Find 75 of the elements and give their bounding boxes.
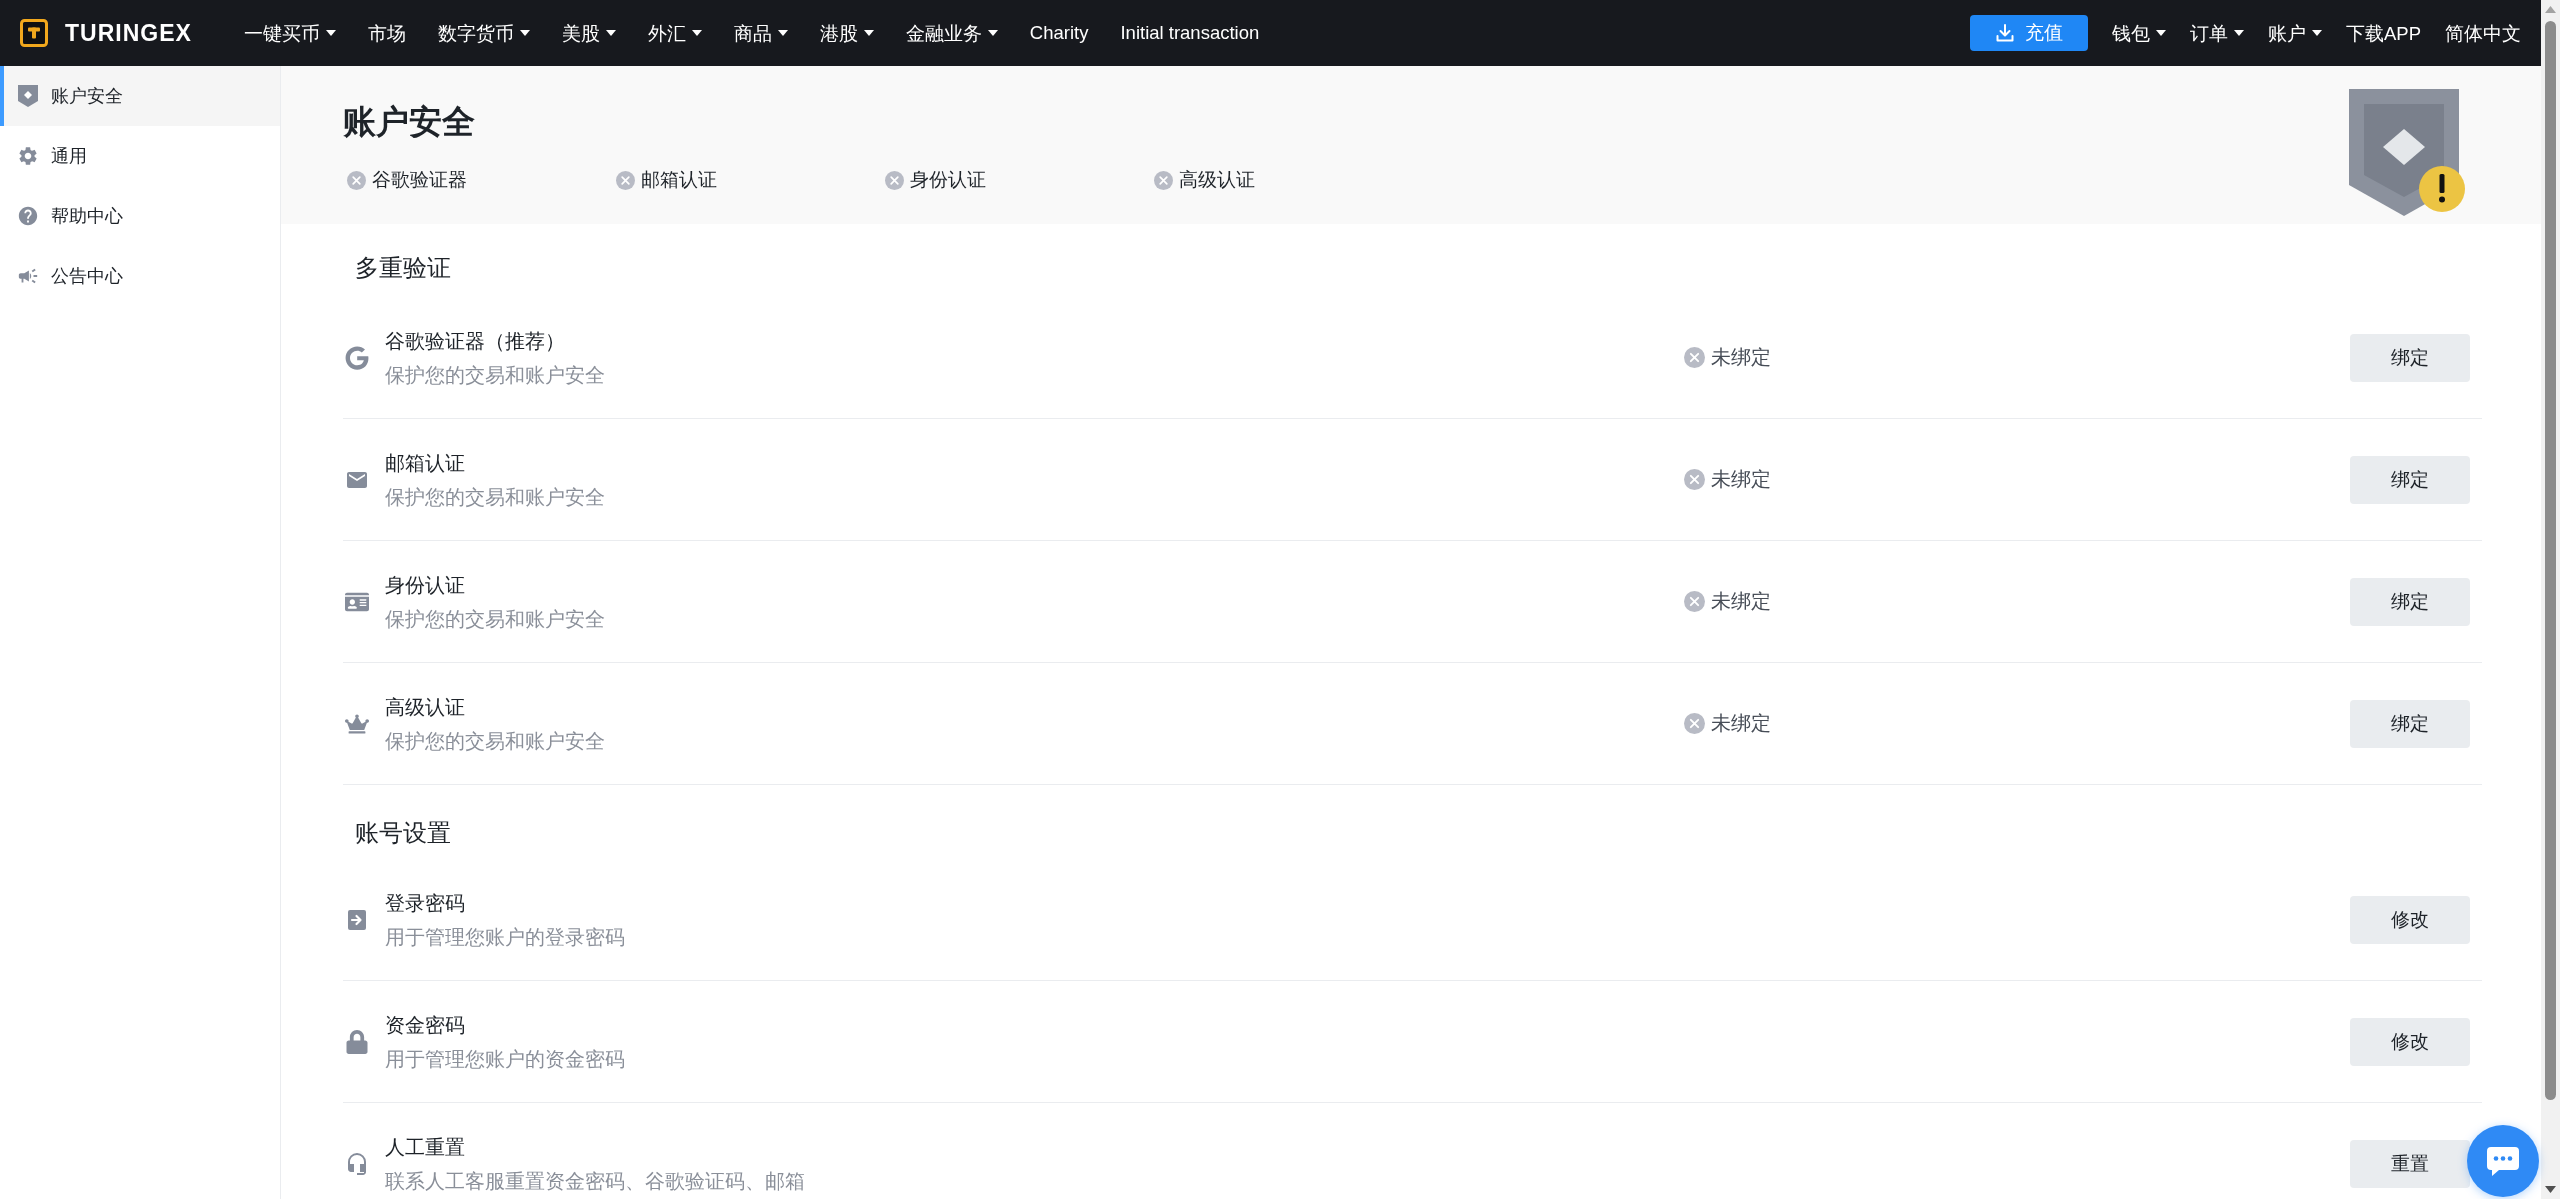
setting-description: 保护您的交易和账户安全 xyxy=(385,606,605,632)
setting-title: 人工重置 xyxy=(385,1134,466,1160)
verification-label: 邮箱认证 xyxy=(641,168,717,192)
status-text: 未绑定 xyxy=(1711,711,1771,736)
nav-link[interactable]: 订单 xyxy=(2189,20,2244,46)
verification-label: 谷歌验证器 xyxy=(372,168,467,192)
headset-icon xyxy=(345,1151,369,1176)
help-icon xyxy=(17,205,39,227)
caret-icon xyxy=(605,30,616,36)
action-button[interactable]: 绑定 xyxy=(2350,699,2470,748)
nav-link[interactable]: 商品 xyxy=(733,20,788,46)
nav-link[interactable]: 数字货币 xyxy=(437,20,530,46)
action-button[interactable]: 修改 xyxy=(2350,895,2470,944)
nav-link[interactable]: 美股 xyxy=(561,20,616,46)
action-button[interactable]: 修改 xyxy=(2350,1017,2470,1066)
scrollbar-thumb[interactable] xyxy=(2545,21,2556,1100)
action-button[interactable]: 绑定 xyxy=(2350,455,2470,504)
lock-icon xyxy=(345,1029,369,1054)
setting-title: 身份认证 xyxy=(385,572,466,598)
nav-link[interactable]: 港股 xyxy=(819,20,874,46)
chat-button[interactable] xyxy=(2467,1125,2539,1197)
settings-icon xyxy=(17,145,39,167)
caret-icon xyxy=(987,30,998,36)
section-title: 多重验证 xyxy=(354,253,452,283)
nav-link[interactable]: 钱包 xyxy=(2111,20,2166,46)
status-text: 未绑定 xyxy=(1711,467,1771,492)
caret-icon xyxy=(325,30,336,36)
action-button[interactable]: 重置 xyxy=(2350,1139,2470,1188)
nav-link[interactable]: 外汇 xyxy=(647,20,702,46)
setting-description: 用于管理您账户的登录密码 xyxy=(385,924,625,950)
nav-link[interactable]: 下载APP xyxy=(2345,20,2421,46)
setting-description: 联系人工客服重置资金密码、谷歌验证码、邮箱 xyxy=(385,1168,805,1194)
nav-link[interactable]: Charity xyxy=(1029,22,1089,44)
caret-icon xyxy=(2233,30,2244,36)
login-icon xyxy=(345,907,369,932)
action-button[interactable]: 绑定 xyxy=(2350,577,2470,626)
nav-link[interactable]: 金融业务 xyxy=(905,20,998,46)
nav-link[interactable]: Initial transaction xyxy=(1120,22,1260,44)
caret-icon xyxy=(691,30,702,36)
verification-label: 高级认证 xyxy=(1179,168,1255,192)
page-title: 账户安全 xyxy=(343,102,476,142)
nav-link[interactable]: 市场 xyxy=(367,20,406,46)
brand-name: TURINGEX xyxy=(65,19,192,47)
sidebar-item[interactable]: 账户安全 xyxy=(0,66,280,126)
status-text: 未绑定 xyxy=(1711,589,1771,614)
setting-title: 谷歌验证器（推荐） xyxy=(385,328,566,354)
logo-icon xyxy=(20,19,48,47)
setting-description: 保护您的交易和账户安全 xyxy=(385,484,605,510)
nav-link[interactable]: 简体中文 xyxy=(2445,20,2521,46)
chat-bubble-icon xyxy=(2485,1145,2521,1177)
nav-link[interactable]: 账户 xyxy=(2267,20,2322,46)
section-title: 账号设置 xyxy=(354,818,452,848)
caret-icon xyxy=(519,30,530,36)
g-logo-icon xyxy=(345,345,369,370)
setting-description: 用于管理您账户的资金密码 xyxy=(385,1046,625,1072)
shield-icon xyxy=(17,84,39,108)
caret-icon xyxy=(2311,30,2322,36)
caret-icon xyxy=(2155,30,2166,36)
download-icon xyxy=(1994,23,2015,43)
deposit-button[interactable]: 充值 xyxy=(1969,15,2088,51)
verification-label: 身份认证 xyxy=(910,168,986,192)
setting-title: 登录密码 xyxy=(385,890,466,916)
nav-link[interactable]: 一键买币 xyxy=(243,20,336,46)
setting-title: 邮箱认证 xyxy=(385,450,466,476)
scrollbar[interactable] xyxy=(2541,0,2560,1199)
setting-description: 保护您的交易和账户安全 xyxy=(385,362,605,388)
setting-title: 资金密码 xyxy=(385,1012,466,1038)
setting-title: 高级认证 xyxy=(385,694,466,720)
caret-icon xyxy=(777,30,788,36)
action-button[interactable]: 绑定 xyxy=(2350,333,2470,382)
scroll-up-arrow-icon[interactable] xyxy=(2545,6,2556,13)
setting-description: 保护您的交易和账户安全 xyxy=(385,728,605,754)
scroll-down-arrow-icon[interactable] xyxy=(2545,1186,2556,1193)
status-text: 未绑定 xyxy=(1711,345,1771,370)
caret-icon xyxy=(863,30,874,36)
